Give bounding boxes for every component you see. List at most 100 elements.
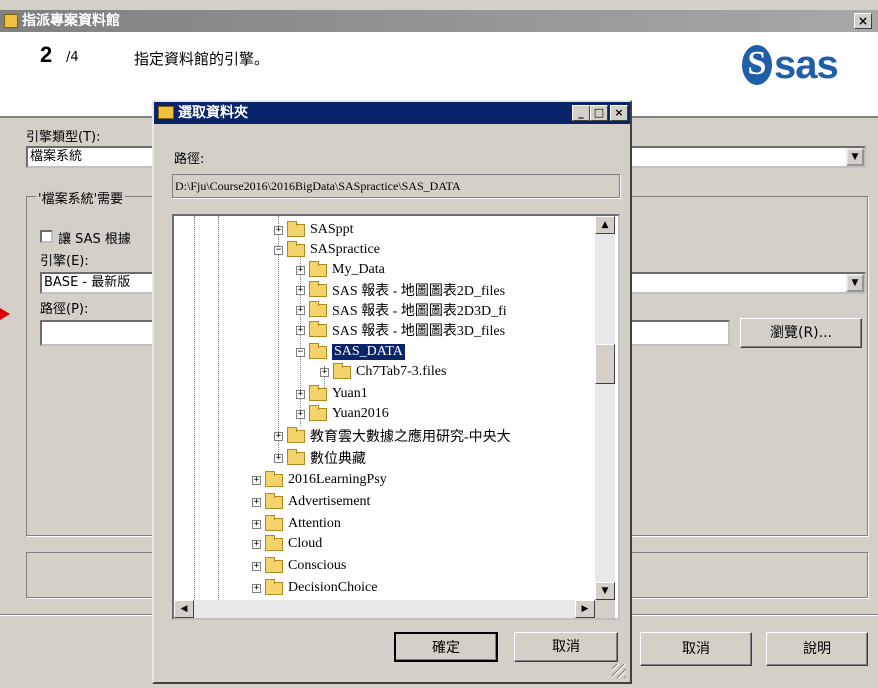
folder-icon [265,534,283,551]
chevron-down-icon[interactable]: ▼ [846,148,864,166]
tree-item-label: Ch7Tab7-3.files [356,364,447,379]
tree-item-label: Attention [288,516,341,531]
wizard-title-bar[interactable]: 指派專案資料館 [0,10,878,32]
collapse-icon[interactable]: − [274,245,283,255]
scroll-down-icon[interactable]: ▼ [595,582,615,600]
tree-item[interactable]: + Ch7Tab7-3.files [320,362,446,382]
folder-icon [265,492,283,509]
tree-item[interactable]: +2016LearningPsy [252,470,387,490]
folder-icon [287,426,305,443]
expand-icon[interactable]: + [274,431,283,441]
wizard-cancel-button[interactable]: 取消 [640,632,752,666]
folder-icon [309,320,327,337]
expand-icon[interactable]: + [252,475,261,485]
expand-icon[interactable]: + [296,305,305,315]
tree-item[interactable]: + SASppt [274,220,354,240]
tree-item[interactable]: + SAS 報表 - 地圖圖表2D3D_fi [296,300,507,320]
folder-icon [287,448,305,465]
folder-icon [309,404,327,421]
folder-icon [309,280,327,297]
wizard-top-strip [0,0,878,10]
scroll-up-icon[interactable]: ▲ [595,216,615,234]
browse-button[interactable]: 瀏覽(R)... [740,318,862,348]
scroll-thumb[interactable] [595,344,615,384]
folder-icon [309,300,327,317]
wizard-title: 指派專案資料館 [22,13,120,29]
scroll-right-icon[interactable]: ▶ [575,600,595,618]
folder-icon [265,556,283,573]
wizard-close-button[interactable]: × [854,13,872,29]
tree-item-label: Cloud [288,536,323,551]
folder-icon [287,240,305,257]
step-description: 指定資料館的引擎。 [134,50,270,68]
tree-item[interactable]: + SAS 報表 - 地圖圖表2D_files [296,280,505,300]
folder-open-icon [309,342,327,359]
scroll-left-icon[interactable]: ◀ [174,600,194,618]
tree-item-label: 數位典藏 [310,452,366,467]
expand-icon[interactable]: + [296,325,305,335]
vertical-scrollbar[interactable]: ▲ ▼ [595,216,615,600]
dialog-close-button[interactable]: × [610,105,628,121]
folder-icon [287,220,305,237]
expand-icon[interactable]: + [252,497,261,507]
sas-logo-mark-icon: S [742,45,772,85]
collapse-icon[interactable]: − [296,347,305,357]
expand-icon[interactable]: + [296,265,305,275]
dialog-cancel-button[interactable]: 取消 [514,632,618,662]
tree-item[interactable]: + SAS 報表 - 地圖圖表3D_files [296,320,505,340]
expand-icon[interactable]: + [296,389,305,399]
dialog-path-label: 路徑: [174,152,205,167]
tree-item[interactable]: + Cloud [252,534,322,554]
tree-item-label: Yuan2016 [332,406,389,421]
sas-auto-checkbox[interactable] [40,230,53,243]
minimize-button[interactable]: _ [572,105,590,121]
resize-grip-icon[interactable] [612,664,626,678]
tree-guide-line [194,216,195,600]
tree-item-label: Yuan1 [332,386,368,401]
expand-icon[interactable]: + [252,539,261,549]
scroll-corner [595,600,615,618]
tree-item-label: DecisionChoice [288,580,378,595]
dialog-ok-button[interactable]: 確定 [394,632,498,662]
maximize-button[interactable]: □ [590,105,608,121]
dialog-title-bar[interactable]: 選取資料夾 [154,102,630,124]
dialog-title: 選取資料夾 [178,105,248,121]
tree-item-label: Advertisement [288,494,371,509]
expand-icon[interactable]: + [274,453,283,463]
chevron-down-icon[interactable]: ▼ [846,274,864,292]
tree-item[interactable]: + Advertisement [252,492,370,512]
expand-icon[interactable]: + [296,409,305,419]
expand-icon[interactable]: + [252,561,261,571]
folder-tree[interactable]: + SASppt − SASpractice + My_Data + SAS 報表 - … [172,214,620,620]
expand-icon[interactable]: + [320,367,329,377]
tree-item-label: 2016LearningPsy [288,472,387,487]
tree-item[interactable]: + My_Data [296,260,385,280]
tree-item[interactable]: − SASpractice [274,240,380,260]
step-number: 2 [40,42,53,67]
tree-item[interactable]: + 數位典藏 [274,448,366,468]
tree-item[interactable]: + Conscious [252,556,346,576]
folder-icon [265,514,283,531]
expand-icon[interactable]: + [296,285,305,295]
engine-value: BASE - 最新版 [44,275,131,290]
horizontal-scrollbar[interactable]: ◀ ▶ [174,600,595,618]
tree-item[interactable]: + Attention [252,514,341,534]
sas-auto-checkbox-label: 讓 SAS 根據 [58,232,131,247]
groupbox-label: '檔案系統'需要 [36,188,126,207]
tree-item[interactable]: + 教育雲大數據之應用研究-中央大 [274,426,511,446]
select-folder-dialog: 選取資料夾 _ □ × 路徑: D:\Fju\Course2016\2016Bi… [152,100,632,684]
path-label: 路徑(P): [40,302,89,317]
expand-icon[interactable]: + [274,225,283,235]
wizard-help-button[interactable]: 說明 [766,632,868,666]
engine-type-label: 引擎類型(T): [26,130,101,145]
folder-icon [309,260,327,277]
tree-item[interactable]: + Yuan2016 [296,404,389,424]
tree-item-label: SAS 報表 - 地圖圖表3D_files [332,324,506,339]
folder-icon [265,470,283,487]
expand-icon[interactable]: + [252,519,261,529]
folder-icon [158,106,174,119]
expand-icon[interactable]: + [252,583,261,593]
tree-item-selected[interactable]: − SAS_DATA [296,342,405,362]
tree-item[interactable]: + Yuan1 [296,384,368,404]
tree-item[interactable]: + DecisionChoice [252,578,377,598]
